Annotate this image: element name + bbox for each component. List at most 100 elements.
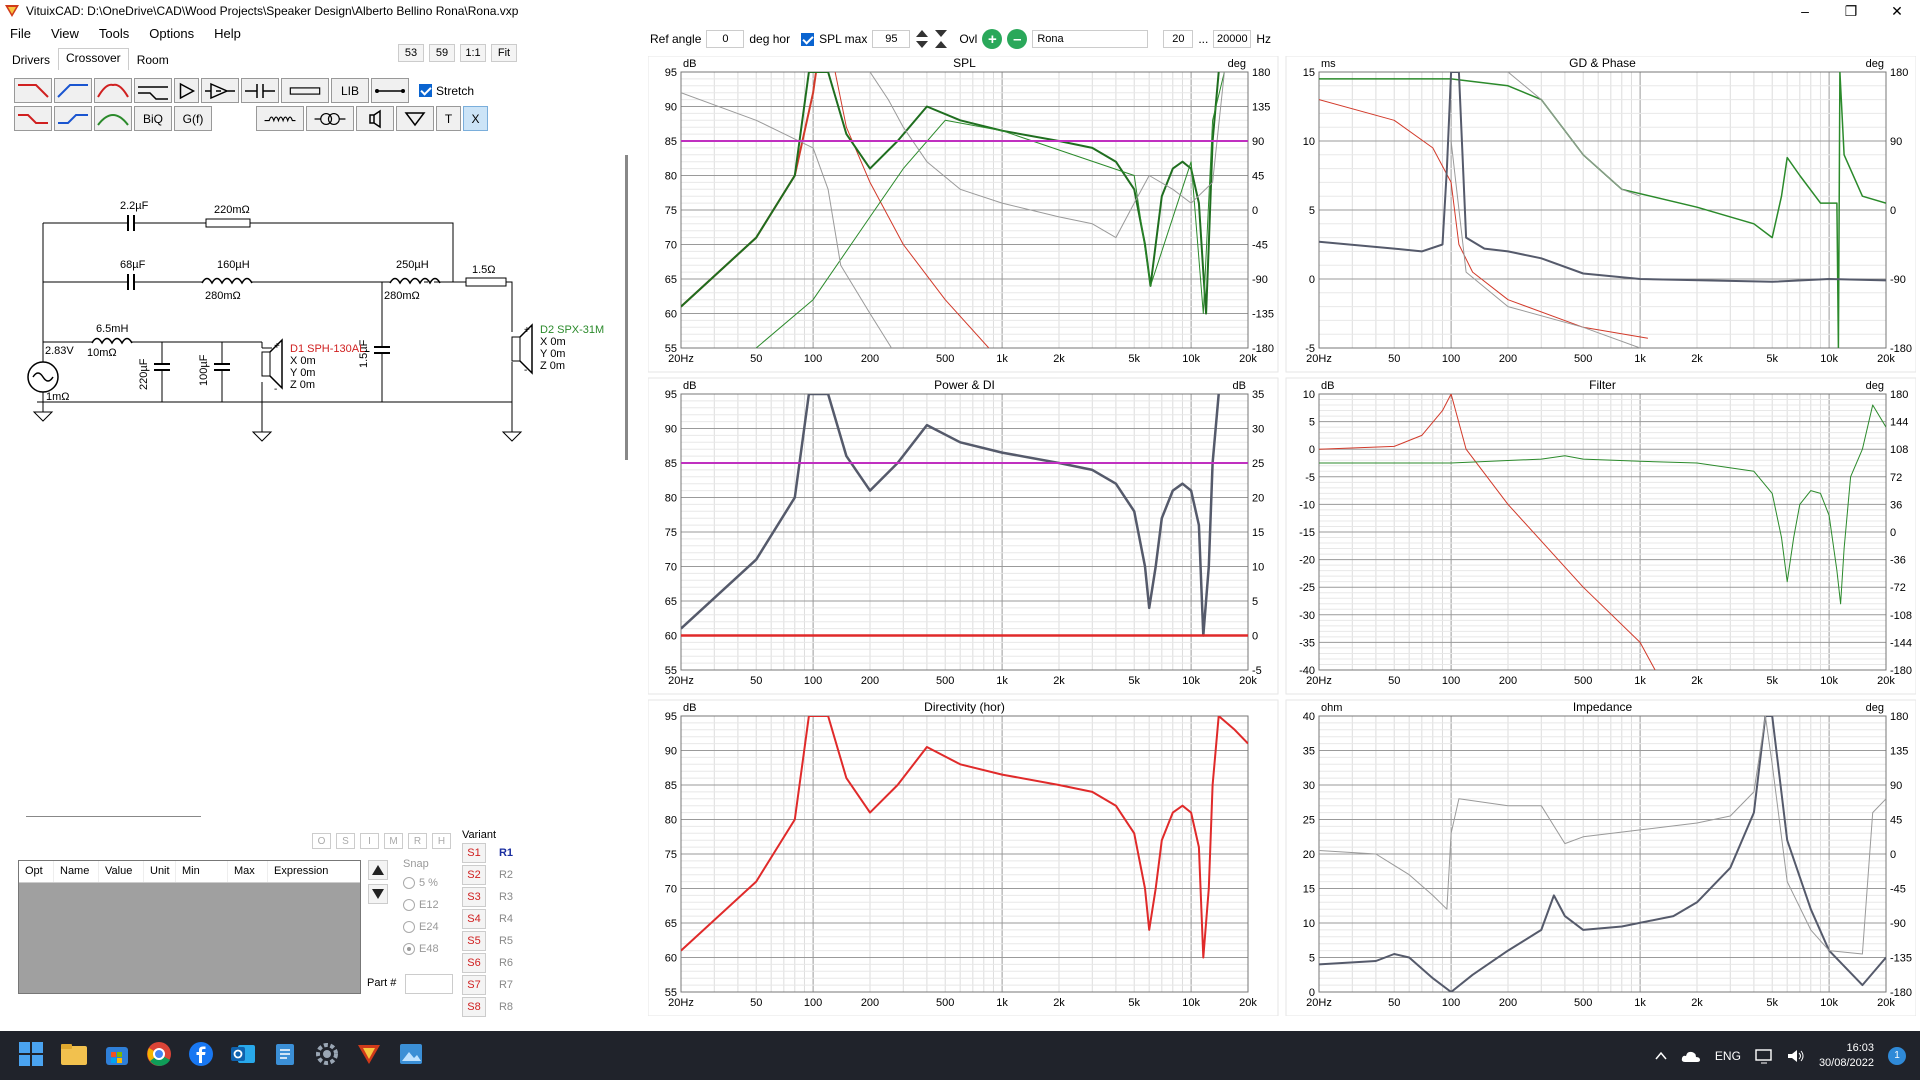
variant-s5-button[interactable]: S5 (462, 931, 486, 951)
graph-panel-0[interactable]: SPLdB deg95908580757065605518013590450-45… (648, 56, 1279, 373)
zoom-53-button[interactable]: 53 (398, 44, 424, 62)
variant-s6-button[interactable]: S6 (462, 953, 486, 973)
snap-option-5pct[interactable]: 5 % (403, 872, 439, 894)
menu-options[interactable]: Options (139, 24, 204, 44)
vituixcad-taskbar-icon[interactable] (356, 1041, 382, 1067)
store-icon[interactable] (104, 1041, 130, 1067)
zoom-59-button[interactable]: 59 (429, 44, 455, 62)
driver-button[interactable] (356, 106, 394, 131)
graph-panel-5[interactable]: Impedanceohm deg4035302520151050180135904… (1285, 699, 1916, 1016)
menu-file[interactable]: File (0, 24, 41, 44)
minimize-button[interactable]: – (1782, 0, 1828, 22)
optimizer-table[interactable]: Opt Name Value Unit Min Max Expression (18, 860, 361, 994)
snap-option-e24[interactable]: E24 (403, 916, 439, 938)
facebook-icon[interactable] (188, 1041, 214, 1067)
windows-start-icon[interactable] (18, 1041, 44, 1067)
freq-min-input[interactable]: 20 (1163, 30, 1194, 48)
schematic-scrollbar[interactable] (625, 155, 628, 460)
settings-icon[interactable] (314, 1041, 340, 1067)
bandpass-button[interactable] (94, 78, 132, 103)
capacitor-button[interactable] (241, 78, 279, 103)
variant-r6-button[interactable]: R6 (494, 953, 518, 973)
graph-panel-2[interactable]: Power & DIdB dB95908580757065605535302520… (648, 377, 1279, 695)
menu-tools[interactable]: Tools (89, 24, 139, 44)
freq-max-input[interactable]: 20000 (1213, 30, 1252, 48)
col-min[interactable]: Min (176, 861, 228, 882)
x-button[interactable]: X (463, 106, 488, 131)
allpass-button[interactable] (134, 78, 172, 103)
variant-s4-button[interactable]: S4 (462, 909, 486, 929)
col-opt[interactable]: Opt (19, 861, 54, 882)
opt-o-button[interactable]: O (312, 833, 331, 849)
peak-button[interactable] (94, 106, 132, 131)
add-overlay-button[interactable]: + (982, 29, 1003, 49)
onedrive-cloud-icon[interactable] (1681, 1049, 1701, 1063)
tab-crossover[interactable]: Crossover (58, 48, 129, 70)
spin-updown-icon[interactable] (915, 29, 929, 49)
clock[interactable]: 16:03 30/08/2022 (1819, 1041, 1874, 1071)
ground-button[interactable] (396, 106, 434, 131)
snap-option-e48[interactable]: E48 (403, 938, 439, 960)
variant-r7-button[interactable]: R7 (494, 975, 518, 995)
speaker-icon[interactable] (1787, 1048, 1805, 1064)
lowpass-button[interactable] (54, 78, 92, 103)
d2-name[interactable]: D2 SPX-31M (540, 324, 604, 336)
file-explorer-icon[interactable] (60, 1041, 88, 1067)
variant-s1-button[interactable]: S1 (462, 843, 486, 863)
maximize-button[interactable]: ❐ (1828, 0, 1874, 22)
fit-vertical-icon[interactable] (934, 29, 948, 49)
col-name[interactable]: Name (54, 861, 99, 882)
notification-badge[interactable]: 1 (1888, 1046, 1906, 1065)
t-button[interactable]: T (436, 106, 461, 131)
variant-r1-button[interactable]: R1 (494, 843, 518, 863)
col-value[interactable]: Value (99, 861, 144, 882)
highpass-button[interactable] (14, 78, 52, 103)
col-expression[interactable]: Expression (268, 861, 360, 882)
opt-m-button[interactable]: M (384, 833, 403, 849)
opt-s-button[interactable]: S (336, 833, 355, 849)
variant-r4-button[interactable]: R4 (494, 909, 518, 929)
overlay-name-input[interactable]: Rona (1032, 30, 1149, 48)
inverting-buffer-button[interactable] (201, 78, 239, 103)
remove-overlay-button[interactable]: – (1007, 29, 1028, 49)
menu-view[interactable]: View (41, 24, 89, 44)
chrome-icon[interactable] (146, 1041, 172, 1067)
opt-i-button[interactable]: I (360, 833, 379, 849)
opt-h-button[interactable]: H (432, 833, 451, 849)
inductor-button[interactable] (256, 106, 304, 131)
variant-r8-button[interactable]: R8 (494, 997, 518, 1017)
close-button[interactable]: ✕ (1874, 0, 1920, 22)
variant-s8-button[interactable]: S8 (462, 997, 486, 1017)
notepad-icon[interactable] (272, 1041, 298, 1067)
variant-r5-button[interactable]: R5 (494, 931, 518, 951)
stretch-checkbox[interactable] (419, 84, 432, 97)
tab-room[interactable]: Room (129, 50, 177, 70)
gf-button[interactable]: G(f) (174, 106, 212, 131)
stretch-toggle[interactable]: Stretch (419, 78, 474, 103)
d1-name[interactable]: D1 SPH-130AL (290, 343, 365, 355)
biq-button[interactable]: BiQ (134, 106, 172, 131)
graph-panels[interactable]: SPLdB deg95908580757065605518013590450-45… (648, 56, 1916, 1016)
zoom-fit-button[interactable]: Fit (491, 44, 517, 62)
part-number-input[interactable] (405, 974, 453, 994)
zoom-1to1-button[interactable]: 1:1 (460, 44, 486, 62)
variant-r2-button[interactable]: R2 (494, 865, 518, 885)
variant-s3-button[interactable]: S3 (462, 887, 486, 907)
shelf-red-button[interactable] (14, 106, 52, 131)
spl-max-input[interactable]: 95 (872, 30, 911, 48)
outlook-icon[interactable] (230, 1041, 256, 1067)
col-unit[interactable]: Unit (144, 861, 176, 882)
graph-panel-3[interactable]: FilterdB deg1050-5-10-15-20-25-30-35-4018… (1285, 377, 1916, 695)
monitor-icon[interactable] (1755, 1048, 1773, 1064)
resistor-button[interactable] (281, 78, 329, 103)
lib-button[interactable]: LIB (331, 78, 369, 103)
wire-button[interactable] (371, 78, 409, 103)
variant-r3-button[interactable]: R3 (494, 887, 518, 907)
chevron-up-icon[interactable] (1655, 1051, 1667, 1061)
move-down-button[interactable] (368, 884, 388, 904)
transformer-button[interactable] (306, 106, 354, 131)
graph-panel-1[interactable]: GD & Phasems deg151050-5180900-90-18020Hz… (1285, 56, 1916, 373)
spl-max-checkbox[interactable] (801, 32, 815, 46)
splitter[interactable] (26, 816, 201, 817)
opt-r-button[interactable]: R (408, 833, 427, 849)
